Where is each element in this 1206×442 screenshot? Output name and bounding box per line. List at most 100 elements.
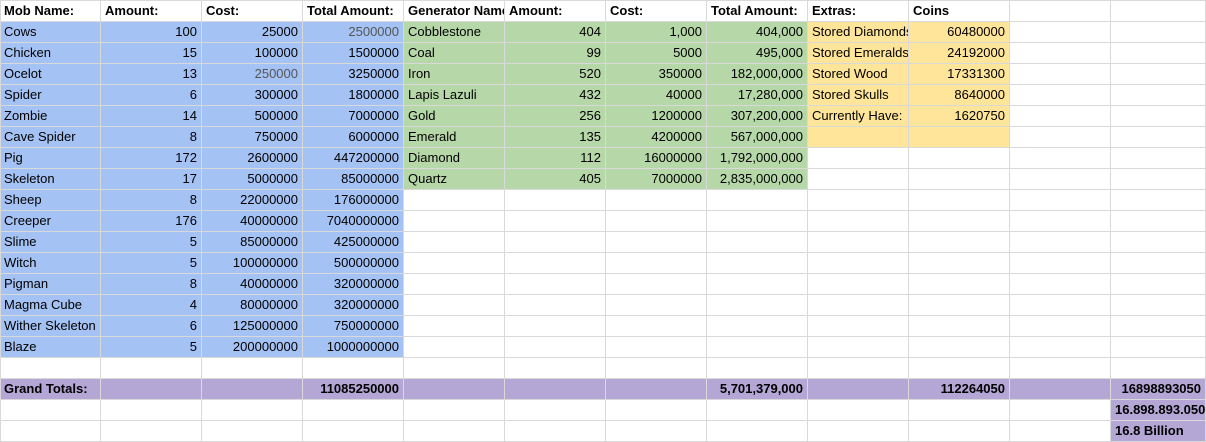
empty-cell[interactable] [909,316,1010,337]
empty-cell[interactable] [101,400,202,421]
extras-empty-cell[interactable] [909,127,1010,148]
mob-amount-cell[interactable]: 8 [101,190,202,211]
extras-label-cell[interactable]: Stored Wood [808,64,909,85]
generator-cost-cell[interactable]: 4200000 [606,127,707,148]
empty-cell[interactable] [808,148,909,169]
mob-name-cell[interactable]: Witch [0,253,101,274]
totals-cell[interactable] [404,379,505,400]
mob-amount-cell[interactable]: 14 [101,106,202,127]
empty-cell[interactable] [202,421,303,442]
generator-amount-cell[interactable]: 432 [505,85,606,106]
overall-grand-total[interactable]: 16898893050 [1111,379,1206,400]
mob-total-cell[interactable]: 320000000 [303,295,404,316]
empty-cell[interactable] [404,316,505,337]
generator-total-cell[interactable]: 567,000,000 [707,127,808,148]
mob-total-cell[interactable]: 320000000 [303,274,404,295]
generator-amount-cell[interactable]: 404 [505,22,606,43]
column-header[interactable]: Total Amount: [303,1,404,22]
generator-name-cell[interactable]: Coal [404,43,505,64]
empty-cell[interactable] [1010,22,1111,43]
empty-cell[interactable] [404,295,505,316]
extras-label-cell[interactable]: Stored Diamonds [808,22,909,43]
empty-cell[interactable] [808,232,909,253]
extras-coins-cell[interactable]: 60480000 [909,22,1010,43]
totals-cell[interactable] [1010,379,1111,400]
mob-amount-cell[interactable]: 176 [101,211,202,232]
mob-cost-cell[interactable]: 250000 [202,64,303,85]
generator-total-cell[interactable]: 307,200,000 [707,106,808,127]
column-header[interactable]: Amount: [505,1,606,22]
empty-cell[interactable] [909,211,1010,232]
empty-cell[interactable] [303,400,404,421]
column-header[interactable]: Cost: [202,1,303,22]
empty-cell[interactable] [707,253,808,274]
mob-total-cell[interactable]: 3250000 [303,64,404,85]
overall-total-words[interactable]: 16.8 Billion [1111,421,1206,442]
extras-coins-cell[interactable]: 8640000 [909,85,1010,106]
mob-cost-cell[interactable]: 300000 [202,85,303,106]
empty-cell[interactable] [505,421,606,442]
empty-cell[interactable] [1010,421,1111,442]
extras-coins-cell[interactable]: 1620750 [909,106,1010,127]
empty-cell[interactable] [808,190,909,211]
empty-cell[interactable] [1010,64,1111,85]
mob-name-cell[interactable]: Creeper [0,211,101,232]
empty-cell[interactable] [808,316,909,337]
mob-cost-cell[interactable]: 40000000 [202,274,303,295]
empty-cell[interactable] [1111,148,1206,169]
mob-amount-cell[interactable]: 8 [101,274,202,295]
column-header[interactable]: Cost: [606,1,707,22]
empty-cell[interactable] [1111,43,1206,64]
empty-cell[interactable] [0,358,101,379]
empty-cell[interactable] [707,190,808,211]
empty-cell[interactable] [808,400,909,421]
empty-cell[interactable] [606,358,707,379]
empty-cell[interactable] [909,358,1010,379]
generator-amount-cell[interactable]: 135 [505,127,606,148]
generator-cost-cell[interactable]: 1200000 [606,106,707,127]
empty-cell[interactable] [808,295,909,316]
generator-amount-cell[interactable]: 112 [505,148,606,169]
mob-total-cell[interactable]: 85000000 [303,169,404,190]
empty-cell[interactable] [505,295,606,316]
empty-cell[interactable] [404,232,505,253]
generator-name-cell[interactable]: Cobblestone [404,22,505,43]
totals-cell[interactable] [808,379,909,400]
mob-cost-cell[interactable]: 100000 [202,43,303,64]
generator-total-cell[interactable]: 2,835,000,000 [707,169,808,190]
empty-cell[interactable] [909,190,1010,211]
empty-cell[interactable] [606,400,707,421]
empty-cell[interactable] [606,316,707,337]
empty-cell[interactable] [808,169,909,190]
mob-name-cell[interactable]: Magma Cube [0,295,101,316]
empty-cell[interactable] [1111,1,1206,22]
empty-cell[interactable] [606,274,707,295]
extras-label-cell[interactable]: Currently Have: [808,106,909,127]
empty-cell[interactable] [1111,232,1206,253]
empty-cell[interactable] [606,421,707,442]
mob-cost-cell[interactable]: 200000000 [202,337,303,358]
column-header[interactable] [1010,1,1111,22]
empty-cell[interactable] [1111,211,1206,232]
empty-cell[interactable] [404,337,505,358]
empty-cell[interactable] [606,295,707,316]
empty-cell[interactable] [202,358,303,379]
extras-empty-cell[interactable] [808,127,909,148]
empty-cell[interactable] [505,400,606,421]
grand-totals-label[interactable]: Grand Totals: [0,379,101,400]
mob-cost-cell[interactable]: 40000000 [202,211,303,232]
empty-cell[interactable] [505,274,606,295]
generator-total-cell[interactable]: 17,280,000 [707,85,808,106]
extras-label-cell[interactable]: Stored Skulls [808,85,909,106]
empty-cell[interactable] [1010,253,1111,274]
generator-name-cell[interactable]: Emerald [404,127,505,148]
empty-cell[interactable] [909,274,1010,295]
mob-cost-cell[interactable]: 80000000 [202,295,303,316]
mob-cost-cell[interactable]: 125000000 [202,316,303,337]
mob-name-cell[interactable]: Ocelot [0,64,101,85]
generator-cost-cell[interactable]: 5000 [606,43,707,64]
empty-cell[interactable] [1010,295,1111,316]
extras-label-cell[interactable]: Stored Emeralds [808,43,909,64]
empty-cell[interactable] [404,274,505,295]
mob-name-cell[interactable]: Spider [0,85,101,106]
